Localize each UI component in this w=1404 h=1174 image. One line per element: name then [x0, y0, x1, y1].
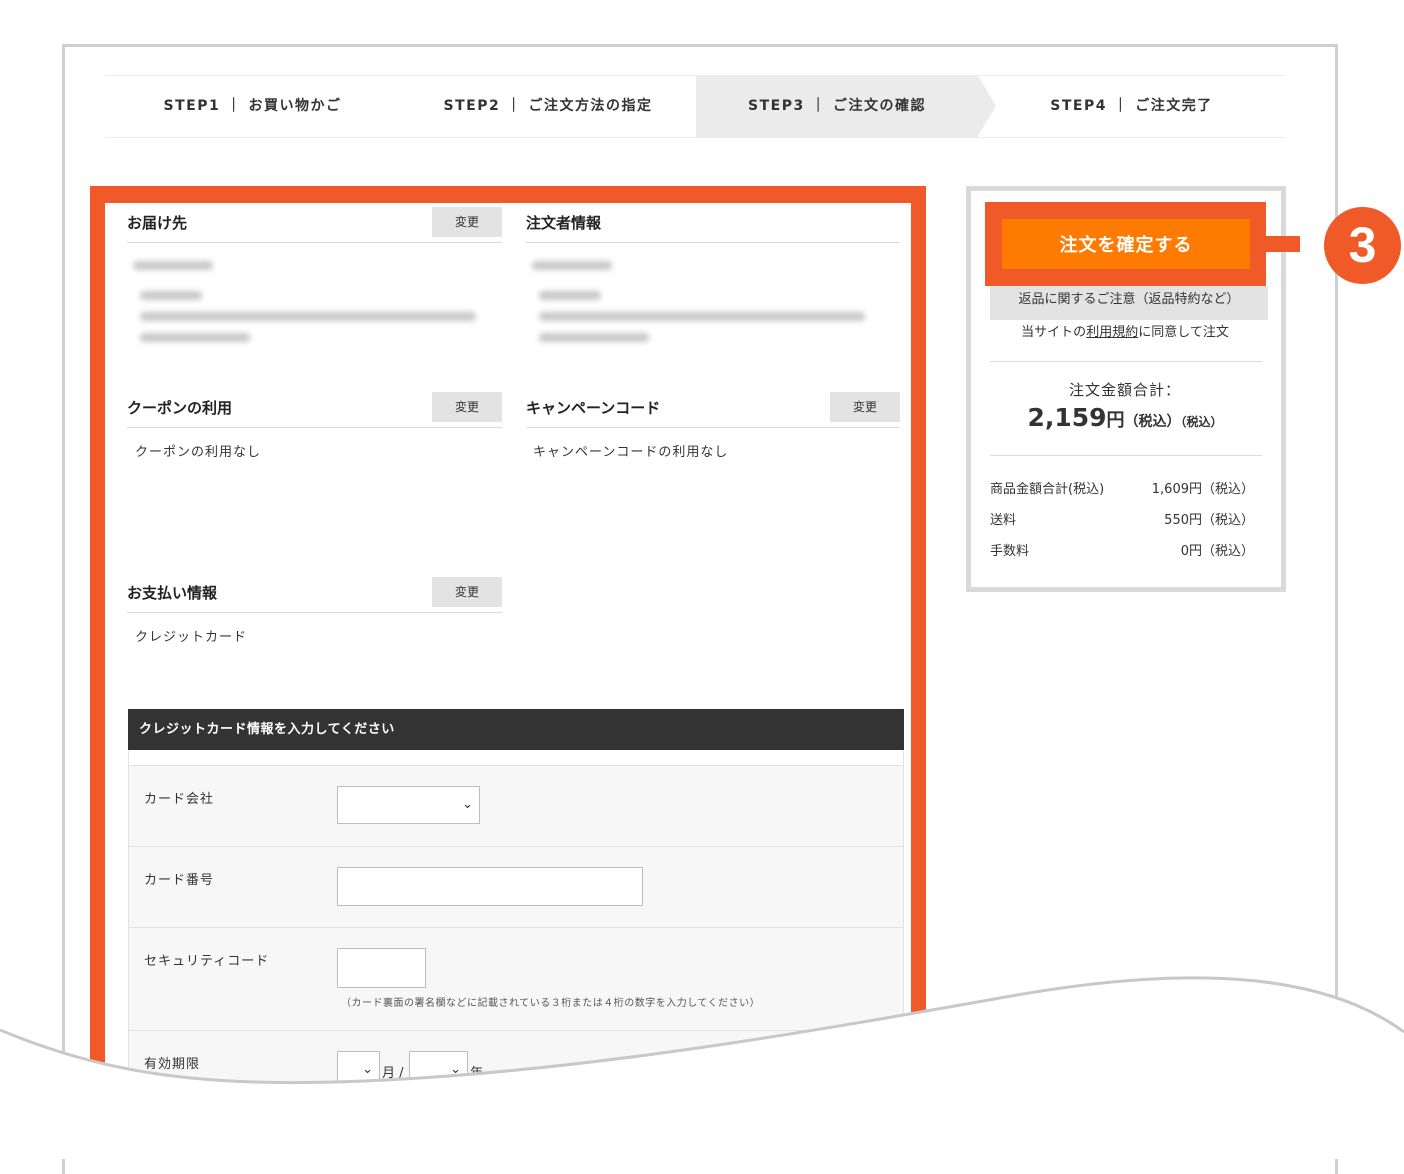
coupon-header: クーポンの利用 変更: [127, 389, 502, 428]
coupon-change-button[interactable]: 変更: [432, 392, 502, 422]
payment-title: お支払い情報: [127, 584, 218, 602]
payment-value: クレジットカード: [135, 630, 248, 645]
coupon-value: クーポンの利用なし: [135, 445, 262, 460]
total-amount-number: 2,159: [1027, 403, 1107, 432]
step-1: STEP1 ｜ お買い物かご: [163, 98, 342, 114]
step-4: STEP4 ｜ ご注文完了: [1050, 98, 1213, 114]
total-amount: 2,159円（税込）（税込）: [990, 403, 1260, 432]
torn-edge-decoration: [0, 976, 1404, 1159]
step-3-current: STEP3 ｜ ご注文の確認: [748, 98, 926, 114]
delivery-title: お届け先: [127, 214, 188, 232]
card-number-row: カード番号: [129, 846, 903, 928]
fee-value: 0円（税込）: [1180, 544, 1254, 559]
total-label: 注文金額合計：: [1068, 381, 1181, 399]
total-yen: 円: [1106, 410, 1125, 431]
confirm-order-button[interactable]: 注文を確定する: [1002, 219, 1250, 269]
orderer-header: 注文者情報: [526, 204, 900, 243]
chevron-down-icon: ⌄: [462, 797, 473, 812]
total-tax-label: （税込）: [1124, 414, 1181, 430]
campaign-header: キャンペーンコード 変更: [526, 389, 900, 428]
campaign-change-button[interactable]: 変更: [830, 392, 900, 422]
checkout-steps: STEP1 ｜ お買い物かご STEP2 ｜ ご注文方法の指定 STEP3 ｜ …: [105, 75, 1285, 138]
fee-label: 手数料: [990, 544, 1030, 559]
agree-suffix: に同意して注文: [1138, 325, 1229, 340]
terms-link[interactable]: 利用規約: [1086, 325, 1138, 340]
step-2: STEP2 ｜ ご注文方法の指定: [443, 98, 653, 114]
card-number-input[interactable]: [337, 867, 643, 906]
shipping-label: 送料: [990, 513, 1017, 528]
agree-prefix: 当サイトの: [1021, 325, 1087, 340]
callout-connector: [1266, 236, 1300, 252]
step-number-badge: 3: [1324, 207, 1401, 284]
summary-divider: [990, 361, 1262, 362]
payment-header: お支払い情報 変更: [127, 574, 502, 613]
card-company-row: カード会社 ⌄: [129, 765, 903, 847]
card-company-select[interactable]: ⌄: [337, 786, 480, 824]
summary-divider: [990, 455, 1262, 456]
total-tax-label-2: （税込）: [1180, 415, 1223, 429]
subtotal-value: 1,609円（税込）: [1151, 482, 1254, 497]
subtotal-label: 商品金額合計(税込): [990, 482, 1105, 497]
terms-agreement: 当サイトの利用規約に同意して注文: [990, 321, 1260, 340]
orderer-title: 注文者情報: [526, 214, 602, 232]
delivery-change-button[interactable]: 変更: [432, 207, 502, 237]
coupon-title: クーポンの利用: [127, 399, 233, 417]
card-number-label: カード番号: [144, 873, 215, 888]
delivery-header: お届け先 変更: [127, 204, 502, 243]
card-company-label: カード会社: [144, 792, 215, 807]
card-form-header: クレジットカード情報を入力してください: [128, 709, 904, 750]
campaign-value: キャンペーンコードの利用なし: [533, 445, 729, 460]
payment-change-button[interactable]: 変更: [432, 577, 502, 607]
campaign-title: キャンペーンコード: [526, 399, 661, 417]
shipping-value: 550円（税込）: [1164, 513, 1254, 528]
returns-policy-button[interactable]: 返品に関するご注意（返品特約など）: [990, 286, 1268, 320]
